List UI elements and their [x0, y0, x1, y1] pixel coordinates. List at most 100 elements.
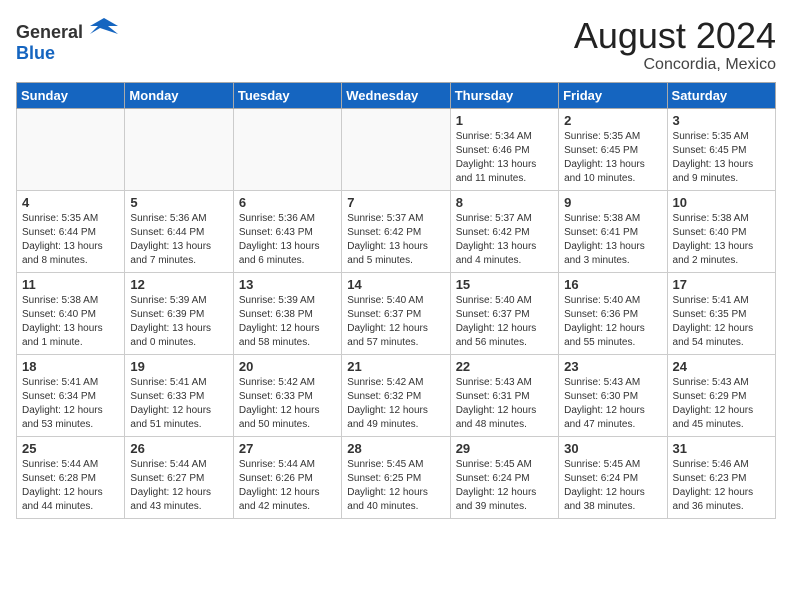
day-number: 23	[564, 359, 661, 374]
day-info: Sunrise: 5:40 AMSunset: 6:37 PMDaylight:…	[456, 294, 553, 350]
calendar-cell: 30 Sunrise: 5:45 AMSunset: 6:24 PMDayligh…	[559, 436, 667, 518]
calendar-week-row-2: 4Sunrise: 5:35 AMSunset: 6:44 PMDaylight…	[17, 190, 776, 272]
day-number: 9	[564, 195, 661, 210]
calendar-cell: 16 Sunrise: 5:40 AMSunset: 6:36 PMDayligh…	[559, 272, 667, 354]
col-sunday: Sunday	[17, 82, 125, 108]
col-thursday: Thursday	[450, 82, 558, 108]
day-info: Sunrise: 5:43 AMSunset: 6:30 PMDaylight:…	[564, 376, 661, 432]
day-number: 20	[239, 359, 336, 374]
calendar-cell: 24Sunrise: 5:43 AMSunset: 6:29 PMDayligh…	[667, 354, 775, 436]
day-info: Sunrise: 5:45 AMSunset: 6:24 PMDaylight:…	[456, 458, 553, 514]
calendar-cell	[17, 108, 125, 190]
day-info: Sunrise: 5:42 AMSunset: 6:33 PMDaylight:…	[239, 376, 336, 432]
day-number: 16	[564, 277, 661, 292]
day-number: 26	[130, 441, 227, 456]
calendar-cell: 23 Sunrise: 5:43 AMSunset: 6:30 PMDayligh…	[559, 354, 667, 436]
day-info: Sunrise: 5:35 AMSunset: 6:44 PMDaylight:…	[22, 212, 119, 268]
day-number: 22	[456, 359, 553, 374]
logo-text: General Blue	[16, 16, 118, 64]
day-info: Sunrise: 5:40 AMSunset: 6:36 PMDaylight:…	[564, 294, 661, 350]
day-info: Sunrise: 5:45 AMSunset: 6:24 PMDaylight:…	[564, 458, 661, 514]
calendar-cell: 28Sunrise: 5:45 AMSunset: 6:25 PMDayligh…	[342, 436, 450, 518]
day-number: 30	[564, 441, 661, 456]
logo-bird-icon	[90, 16, 118, 38]
col-monday: Monday	[125, 82, 233, 108]
col-saturday: Saturday	[667, 82, 775, 108]
day-number: 18	[22, 359, 119, 374]
day-number: 19	[130, 359, 227, 374]
calendar-week-row-4: 18Sunrise: 5:41 AMSunset: 6:34 PMDayligh…	[17, 354, 776, 436]
col-friday: Friday	[559, 82, 667, 108]
day-number: 8	[456, 195, 553, 210]
calendar-cell: 12 Sunrise: 5:39 AMSunset: 6:39 PMDayligh…	[125, 272, 233, 354]
logo-blue: Blue	[16, 43, 55, 63]
page-header: General Blue August 2024 Concordia, Mexi…	[16, 16, 776, 74]
calendar-cell: 31 Sunrise: 5:46 AMSunset: 6:23 PMDayligh…	[667, 436, 775, 518]
day-info: Sunrise: 5:41 AMSunset: 6:35 PMDaylight:…	[673, 294, 770, 350]
day-number: 24	[673, 359, 770, 374]
calendar-cell: 13Sunrise: 5:39 AMSunset: 6:38 PMDayligh…	[233, 272, 341, 354]
day-info: Sunrise: 5:35 AMSunset: 6:45 PMDaylight:…	[564, 130, 661, 186]
calendar-cell: 7Sunrise: 5:37 AMSunset: 6:42 PMDaylight…	[342, 190, 450, 272]
day-info: Sunrise: 5:40 AMSunset: 6:37 PMDaylight:…	[347, 294, 444, 350]
calendar-cell: 26 Sunrise: 5:44 AMSunset: 6:27 PMDayligh…	[125, 436, 233, 518]
calendar-cell: 18Sunrise: 5:41 AMSunset: 6:34 PMDayligh…	[17, 354, 125, 436]
calendar-cell: 27 Sunrise: 5:44 AMSunset: 6:26 PMDayligh…	[233, 436, 341, 518]
day-info: Sunrise: 5:38 AMSunset: 6:40 PMDaylight:…	[673, 212, 770, 268]
logo-general: General	[16, 22, 83, 42]
calendar-cell: 10Sunrise: 5:38 AMSunset: 6:40 PMDayligh…	[667, 190, 775, 272]
day-number: 11	[22, 277, 119, 292]
logo: General Blue	[16, 16, 118, 64]
day-info: Sunrise: 5:38 AMSunset: 6:40 PMDaylight:…	[22, 294, 119, 350]
calendar-cell: 1Sunrise: 5:34 AMSunset: 6:46 PMDaylight…	[450, 108, 558, 190]
month-year-title: August 2024	[574, 16, 776, 56]
day-number: 12	[130, 277, 227, 292]
day-number: 17	[673, 277, 770, 292]
calendar-cell: 20 Sunrise: 5:42 AMSunset: 6:33 PMDayligh…	[233, 354, 341, 436]
day-info: Sunrise: 5:41 AMSunset: 6:33 PMDaylight:…	[130, 376, 227, 432]
day-info: Sunrise: 5:36 AMSunset: 6:43 PMDaylight:…	[239, 212, 336, 268]
calendar-table: Sunday Monday Tuesday Wednesday Thursday…	[16, 82, 776, 519]
day-info: Sunrise: 5:46 AMSunset: 6:23 PMDaylight:…	[673, 458, 770, 514]
day-info: Sunrise: 5:34 AMSunset: 6:46 PMDaylight:…	[456, 130, 553, 186]
day-number: 6	[239, 195, 336, 210]
calendar-cell: 8Sunrise: 5:37 AMSunset: 6:42 PMDaylight…	[450, 190, 558, 272]
day-info: Sunrise: 5:44 AMSunset: 6:28 PMDaylight:…	[22, 458, 119, 514]
calendar-cell: 19 Sunrise: 5:41 AMSunset: 6:33 PMDayligh…	[125, 354, 233, 436]
day-number: 27	[239, 441, 336, 456]
calendar-week-row-3: 11 Sunrise: 5:38 AMSunset: 6:40 PMDayligh…	[17, 272, 776, 354]
calendar-cell: 21 Sunrise: 5:42 AMSunset: 6:32 PMDayligh…	[342, 354, 450, 436]
location-subtitle: Concordia, Mexico	[574, 56, 776, 74]
calendar-cell: 22 Sunrise: 5:43 AMSunset: 6:31 PMDayligh…	[450, 354, 558, 436]
col-tuesday: Tuesday	[233, 82, 341, 108]
calendar-week-row-1: 1Sunrise: 5:34 AMSunset: 6:46 PMDaylight…	[17, 108, 776, 190]
calendar-cell: 4Sunrise: 5:35 AMSunset: 6:44 PMDaylight…	[17, 190, 125, 272]
calendar-cell: 2 Sunrise: 5:35 AMSunset: 6:45 PMDaylight…	[559, 108, 667, 190]
calendar-cell: 17 Sunrise: 5:41 AMSunset: 6:35 PMDayligh…	[667, 272, 775, 354]
day-number: 5	[130, 195, 227, 210]
calendar-cell: 11 Sunrise: 5:38 AMSunset: 6:40 PMDayligh…	[17, 272, 125, 354]
day-number: 2	[564, 113, 661, 128]
day-info: Sunrise: 5:39 AMSunset: 6:38 PMDaylight:…	[239, 294, 336, 350]
calendar-cell: 29 Sunrise: 5:45 AMSunset: 6:24 PMDayligh…	[450, 436, 558, 518]
day-number: 3	[673, 113, 770, 128]
day-info: Sunrise: 5:39 AMSunset: 6:39 PMDaylight:…	[130, 294, 227, 350]
day-info: Sunrise: 5:45 AMSunset: 6:25 PMDaylight:…	[347, 458, 444, 514]
day-number: 29	[456, 441, 553, 456]
day-info: Sunrise: 5:42 AMSunset: 6:32 PMDaylight:…	[347, 376, 444, 432]
calendar-cell: 5Sunrise: 5:36 AMSunset: 6:44 PMDaylight…	[125, 190, 233, 272]
calendar-cell	[125, 108, 233, 190]
day-number: 21	[347, 359, 444, 374]
calendar-week-row-5: 25Sunrise: 5:44 AMSunset: 6:28 PMDayligh…	[17, 436, 776, 518]
day-info: Sunrise: 5:44 AMSunset: 6:26 PMDaylight:…	[239, 458, 336, 514]
calendar-cell: 15Sunrise: 5:40 AMSunset: 6:37 PMDayligh…	[450, 272, 558, 354]
calendar-header-row: Sunday Monday Tuesday Wednesday Thursday…	[17, 82, 776, 108]
day-info: Sunrise: 5:44 AMSunset: 6:27 PMDaylight:…	[130, 458, 227, 514]
day-number: 14	[347, 277, 444, 292]
col-wednesday: Wednesday	[342, 82, 450, 108]
day-info: Sunrise: 5:43 AMSunset: 6:31 PMDaylight:…	[456, 376, 553, 432]
calendar-cell	[342, 108, 450, 190]
calendar-cell: 14 Sunrise: 5:40 AMSunset: 6:37 PMDayligh…	[342, 272, 450, 354]
calendar-cell: 25Sunrise: 5:44 AMSunset: 6:28 PMDayligh…	[17, 436, 125, 518]
day-number: 31	[673, 441, 770, 456]
